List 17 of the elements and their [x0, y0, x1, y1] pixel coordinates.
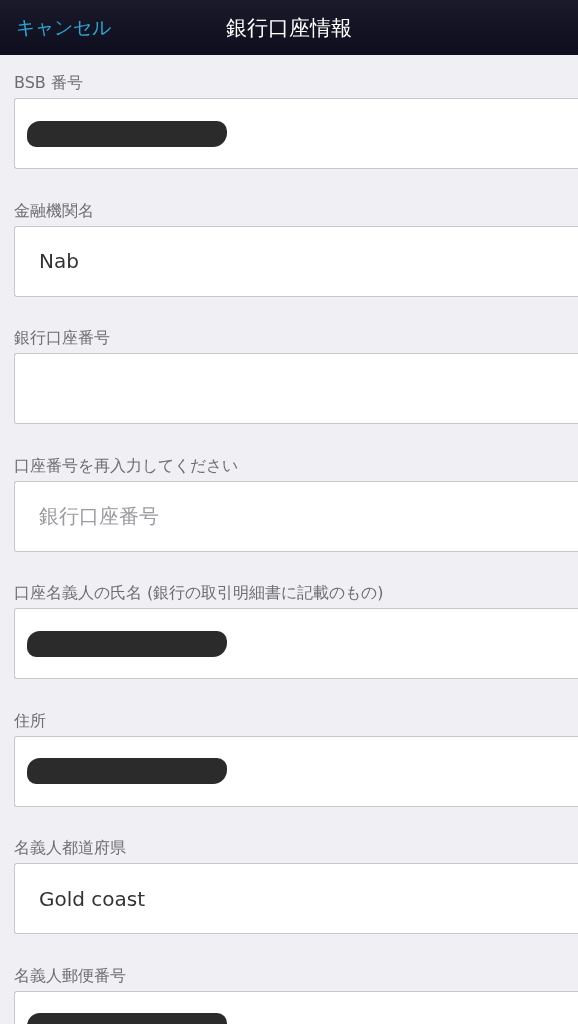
input-field[interactable]	[14, 608, 578, 679]
input-field[interactable]	[14, 735, 578, 807]
input-field[interactable]	[14, 353, 578, 424]
input-field[interactable]: Nab	[14, 225, 578, 297]
page-title: 銀行口座情報	[226, 15, 352, 40]
cancel-button[interactable]: キャンセル	[16, 14, 111, 41]
input-field[interactable]: 銀行口座番号	[14, 480, 578, 552]
field-label: 名義人都道府県	[14, 837, 127, 859]
input-field[interactable]: Gold coast	[14, 863, 578, 934]
field-label: BSB 番号	[14, 72, 84, 94]
field-label: 銀行口座番号	[14, 327, 111, 349]
field-label: 口座名義人の氏名 (銀行の取引明細書に記載のもの)	[14, 582, 385, 604]
field-label: 住所	[14, 709, 47, 732]
field-label: 金融機関名	[14, 199, 95, 222]
field-label: 名義人郵便番号	[14, 964, 127, 987]
input-field[interactable]	[14, 98, 578, 169]
field-label: 口座番号を再入力してください	[14, 454, 239, 477]
